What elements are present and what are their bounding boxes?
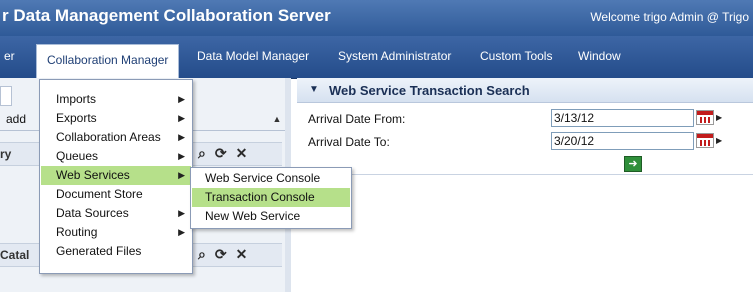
refresh-icon[interactable]: ⟳ bbox=[215, 145, 227, 162]
menu-item-label: Routing bbox=[56, 225, 98, 239]
arrow-right-icon: ➜ bbox=[628, 158, 638, 170]
close-icon[interactable]: ✕ bbox=[236, 145, 248, 162]
search-panel-header[interactable]: ▼ Web Service Transaction Search bbox=[297, 78, 753, 103]
calendar-icon[interactable] bbox=[696, 133, 714, 148]
menu-new-web-service[interactable]: New Web Service bbox=[192, 207, 350, 226]
search-panel-title: Web Service Transaction Search bbox=[329, 83, 530, 98]
search-icon[interactable]: ⌕ bbox=[198, 246, 206, 263]
menu-item-label: Data Sources bbox=[56, 206, 129, 220]
menu-queues[interactable]: Queues ▶ bbox=[41, 147, 191, 166]
menu-item-label: Collaboration Areas bbox=[56, 130, 161, 144]
scroll-up-icon[interactable]: ▲ bbox=[270, 112, 284, 126]
add-link[interactable]: add bbox=[6, 112, 26, 126]
arrival-date-from-input[interactable]: 3/13/12 bbox=[551, 109, 694, 127]
to-label: Arrival Date To: bbox=[308, 135, 390, 149]
chevron-right-icon: ▶ bbox=[178, 113, 185, 123]
chevron-right-icon: ▶ bbox=[178, 208, 185, 218]
menu-item-partial[interactable]: er bbox=[4, 49, 15, 63]
menu-collaboration-manager[interactable]: Collaboration Manager bbox=[36, 44, 180, 78]
section-label-2: Catal bbox=[0, 248, 30, 262]
app-title: r Data Management Collaboration Server bbox=[2, 6, 331, 25]
chevron-right-icon: ▶ bbox=[178, 94, 185, 104]
menu-transaction-console[interactable]: Transaction Console bbox=[192, 188, 350, 207]
menu-routing[interactable]: Routing ▶ bbox=[41, 223, 191, 242]
search-go-button[interactable]: ➜ bbox=[624, 156, 642, 172]
menu-item-label: Imports bbox=[56, 92, 97, 106]
menu-web-services[interactable]: Web Services ▶ bbox=[41, 166, 191, 185]
menu-collaboration-areas[interactable]: Collaboration Areas ▶ bbox=[41, 128, 191, 147]
arrival-date-to-input[interactable]: 3/20/12 bbox=[551, 132, 694, 150]
from-label: Arrival Date From: bbox=[308, 112, 406, 126]
left-panel-tab[interactable] bbox=[0, 86, 12, 106]
menu-system-administrator[interactable]: System Administrator bbox=[338, 49, 451, 63]
toolbar-icons-2: ⌕ ⟳ ✕ bbox=[198, 246, 247, 263]
menu-item-label: Exports bbox=[56, 111, 97, 125]
close-icon[interactable]: ✕ bbox=[236, 246, 248, 263]
section-label: ry bbox=[0, 147, 12, 161]
chevron-right-icon[interactable]: ▶ bbox=[716, 113, 722, 122]
menu-imports[interactable]: Imports ▶ bbox=[41, 90, 191, 109]
search-icon[interactable]: ⌕ bbox=[198, 145, 206, 162]
search-panel: ▼ Web Service Transaction Search Arrival… bbox=[297, 78, 753, 292]
menu-window[interactable]: Window bbox=[578, 49, 621, 63]
welcome-text: Welcome trigo Admin @ Trigo bbox=[590, 10, 749, 24]
refresh-icon[interactable]: ⟳ bbox=[215, 246, 227, 263]
menu-generated-files[interactable]: Generated Files bbox=[41, 242, 191, 261]
chevron-right-icon: ▶ bbox=[178, 132, 185, 142]
menu-item-label: Generated Files bbox=[56, 244, 142, 258]
menu-item-label: Web Services bbox=[56, 168, 130, 182]
menu-document-store[interactable]: Document Store bbox=[41, 185, 191, 204]
divider bbox=[297, 174, 753, 175]
web-services-submenu: Web Service Console Transaction Console … bbox=[190, 167, 352, 229]
menu-bar: er Collaboration Manager Data Model Mana… bbox=[0, 36, 753, 79]
menu-web-service-console[interactable]: Web Service Console bbox=[192, 169, 350, 188]
chevron-right-icon: ▶ bbox=[178, 227, 185, 237]
menu-custom-tools[interactable]: Custom Tools bbox=[480, 49, 552, 63]
toolbar-icons: ⌕ ⟳ ✕ bbox=[198, 145, 247, 162]
menu-item-label: Queues bbox=[56, 149, 99, 163]
calendar-icon[interactable] bbox=[696, 110, 714, 125]
menu-data-model-manager[interactable]: Data Model Manager bbox=[197, 49, 309, 63]
collaboration-manager-dropdown: Imports ▶ Exports ▶ Collaboration Areas ▶ Q… bbox=[39, 79, 193, 274]
triangle-down-icon[interactable]: ▼ bbox=[309, 84, 319, 95]
chevron-right-icon: ▶ bbox=[178, 151, 185, 161]
menu-item-label: Document Store bbox=[56, 187, 143, 201]
title-bar: r Data Management Collaboration Server W… bbox=[0, 0, 753, 36]
chevron-right-icon: ▶ bbox=[178, 170, 185, 180]
menu-data-sources[interactable]: Data Sources ▶ bbox=[41, 204, 191, 223]
chevron-right-icon[interactable]: ▶ bbox=[716, 136, 722, 145]
menu-exports[interactable]: Exports ▶ bbox=[41, 109, 191, 128]
